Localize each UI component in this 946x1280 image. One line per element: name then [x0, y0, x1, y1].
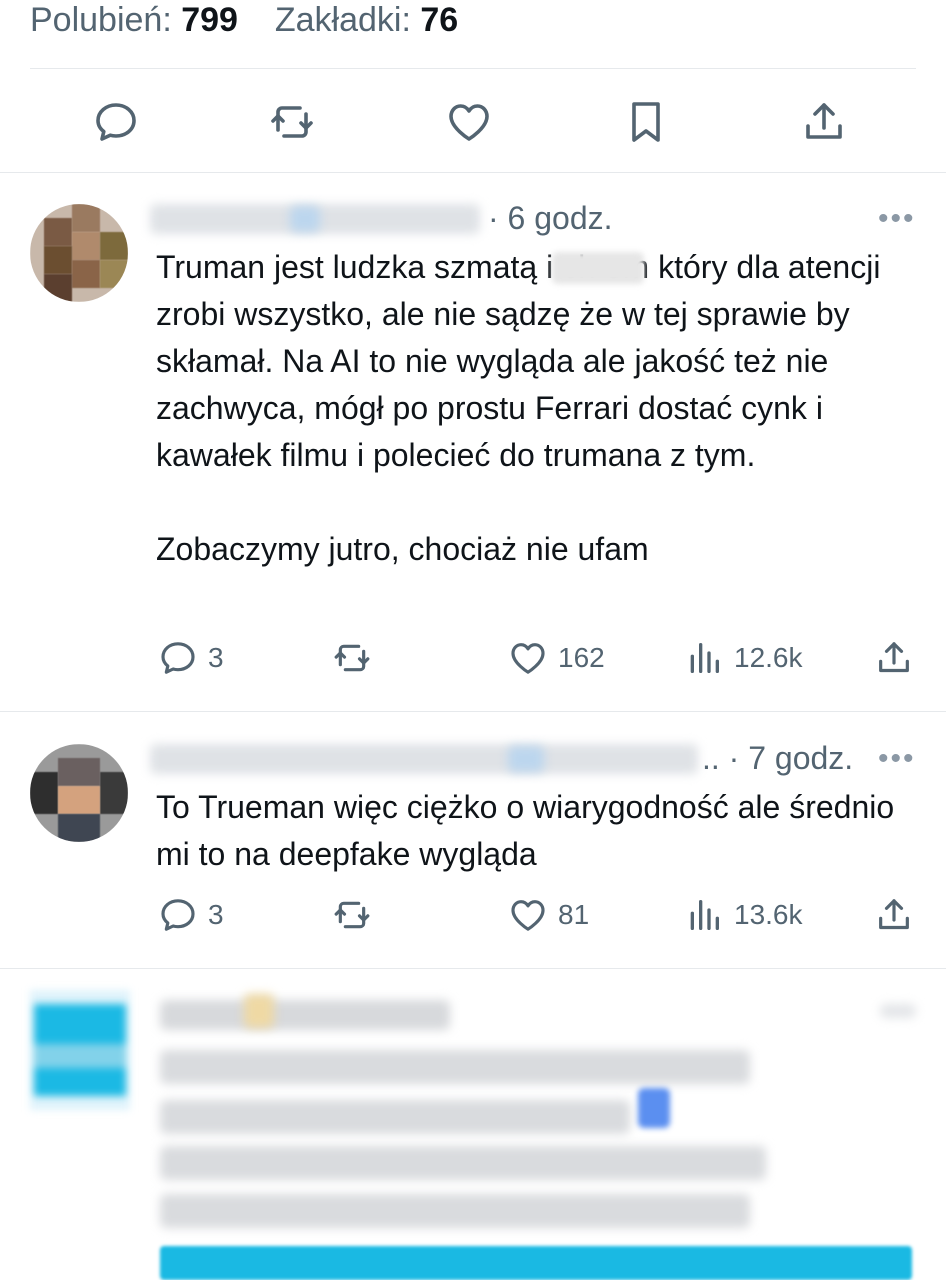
more-options-redacted	[880, 1004, 916, 1018]
avatar-redacted	[30, 990, 130, 1110]
views-chart-icon	[690, 900, 719, 930]
like-icon	[511, 643, 545, 674]
views-button[interactable]: 13.6k	[684, 895, 803, 935]
reply-count: 3	[208, 642, 224, 673]
emoji-redacted	[244, 994, 274, 1028]
likes-label: Polubień:	[30, 1, 172, 39]
retweet-button[interactable]	[262, 92, 322, 152]
more-options-button[interactable]: •••	[878, 202, 916, 236]
reply-icon	[161, 899, 195, 931]
text-line-redacted	[160, 1194, 750, 1228]
username-redacted	[160, 1000, 450, 1030]
reply-time[interactable]: · 6 godz.	[488, 200, 613, 237]
views-count: 12.6k	[734, 642, 803, 673]
engagement-stats: Polubień: 799 Zakładki: 76	[30, 0, 458, 40]
bookmark-button[interactable]	[616, 92, 676, 152]
avatar[interactable]	[30, 744, 128, 842]
username-redacted	[150, 744, 698, 774]
bookmarks-label: Zakładki:	[274, 1, 411, 39]
avatar[interactable]	[30, 204, 128, 302]
text-line-redacted	[160, 1146, 766, 1180]
bookmarks-count[interactable]: 76	[420, 1, 458, 39]
retweet-icon	[271, 106, 313, 138]
likes-count[interactable]: 799	[181, 1, 238, 39]
views-count: 13.6k	[734, 899, 803, 930]
retweet-icon	[334, 644, 370, 672]
emoji-redacted	[638, 1088, 670, 1128]
verified-badge-redacted	[508, 746, 544, 772]
like-count: 81	[558, 899, 590, 930]
like-icon	[511, 900, 545, 931]
views-chart-icon	[690, 643, 719, 673]
verified-badge-redacted	[290, 206, 320, 232]
share-button[interactable]	[874, 638, 914, 678]
reply-button[interactable]: 3	[158, 638, 224, 678]
share-icon	[806, 103, 842, 139]
divider	[0, 172, 946, 173]
like-button[interactable]: 162	[508, 638, 605, 678]
censor-blur	[552, 252, 644, 284]
bookmark-icon	[632, 102, 660, 142]
share-icon	[879, 899, 909, 930]
reply-time[interactable]: .. · 7 godz.	[702, 740, 853, 777]
reply-count: 3	[208, 899, 224, 930]
retweet-icon	[334, 901, 370, 929]
like-button[interactable]	[439, 92, 499, 152]
media-preview-redacted[interactable]	[160, 1246, 912, 1280]
like-icon	[449, 104, 489, 141]
divider	[30, 68, 916, 69]
text-line-redacted	[160, 1100, 630, 1134]
more-options-button[interactable]: •••	[878, 742, 916, 776]
reply-button[interactable]	[86, 92, 146, 152]
retweet-button[interactable]	[332, 638, 372, 678]
reply-button[interactable]: 3	[158, 895, 224, 935]
share-button[interactable]	[874, 895, 914, 935]
share-button[interactable]	[794, 92, 854, 152]
retweet-button[interactable]	[332, 895, 372, 935]
reply-text: Truman jest ludzka szmatą i ch em który …	[156, 249, 881, 567]
reply-icon	[161, 642, 195, 674]
text-line-redacted	[160, 1050, 750, 1084]
divider	[0, 968, 946, 969]
views-button[interactable]: 12.6k	[684, 638, 803, 678]
divider	[0, 711, 946, 712]
reply-text: To Trueman więc ciężko o wiarygodność al…	[156, 789, 895, 872]
like-count: 162	[558, 642, 605, 673]
like-button[interactable]: 81	[508, 895, 589, 935]
share-icon	[879, 642, 909, 673]
reply-icon	[96, 103, 136, 141]
